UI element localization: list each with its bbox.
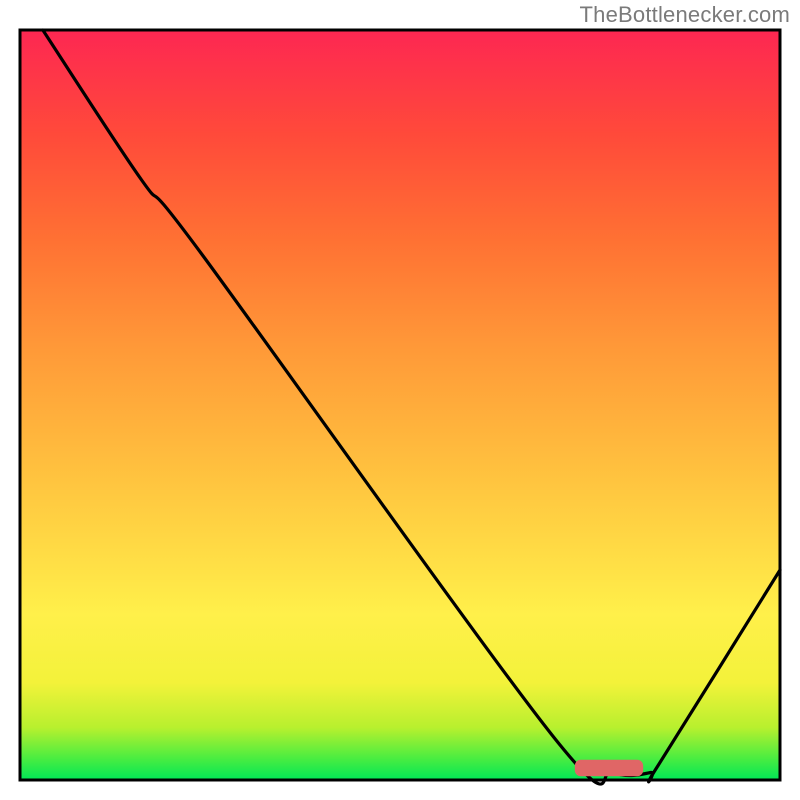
watermark-text: TheBottlenecker.com xyxy=(580,2,790,28)
optimum-marker xyxy=(575,760,643,777)
chart-container: TheBottlenecker.com xyxy=(0,0,800,800)
plot-area xyxy=(20,30,780,780)
chart-svg xyxy=(0,0,800,800)
